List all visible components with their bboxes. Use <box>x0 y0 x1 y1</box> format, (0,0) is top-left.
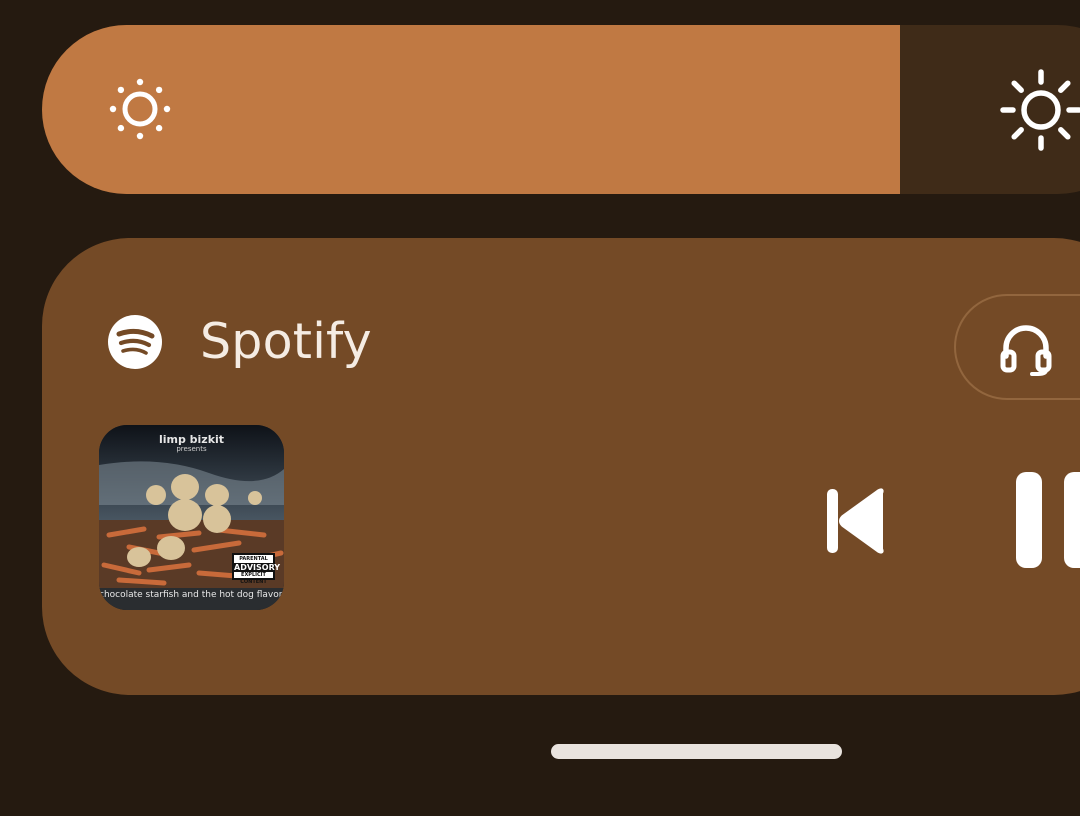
album-art-caption: chocolate starfish and the hot dog flavo… <box>99 590 284 600</box>
brightness-high-icon <box>1000 69 1080 151</box>
previous-icon[interactable] <box>823 485 887 557</box>
output-device-button[interactable] <box>954 294 1080 400</box>
advisory-main-text: ADVISORY <box>234 563 281 572</box>
media-app-header: Spotify <box>108 313 372 370</box>
brightness-low-icon <box>109 78 171 140</box>
headphones-icon <box>1000 325 1052 376</box>
home-indicator[interactable] <box>551 744 842 759</box>
media-player-card[interactable]: Spotify limp bizkit presents PARENTAL AD… <box>42 238 1080 695</box>
pause-icon[interactable] <box>1014 470 1080 574</box>
album-art-subtitle: presents <box>176 445 207 453</box>
advisory-top-text: PARENTAL <box>239 556 268 562</box>
parental-advisory-badge: PARENTAL ADVISORY EXPLICIT CONTENT <box>232 553 281 585</box>
advisory-bottom-text: EXPLICIT CONTENT <box>240 572 267 585</box>
media-app-name: Spotify <box>200 313 372 370</box>
spotify-icon <box>108 314 162 369</box>
quick-settings-panel: Spotify limp bizkit presents PARENTAL AD… <box>0 0 1080 816</box>
album-art: limp bizkit presents PARENTAL ADVISORY E… <box>99 425 284 610</box>
brightness-slider[interactable] <box>42 25 1080 194</box>
